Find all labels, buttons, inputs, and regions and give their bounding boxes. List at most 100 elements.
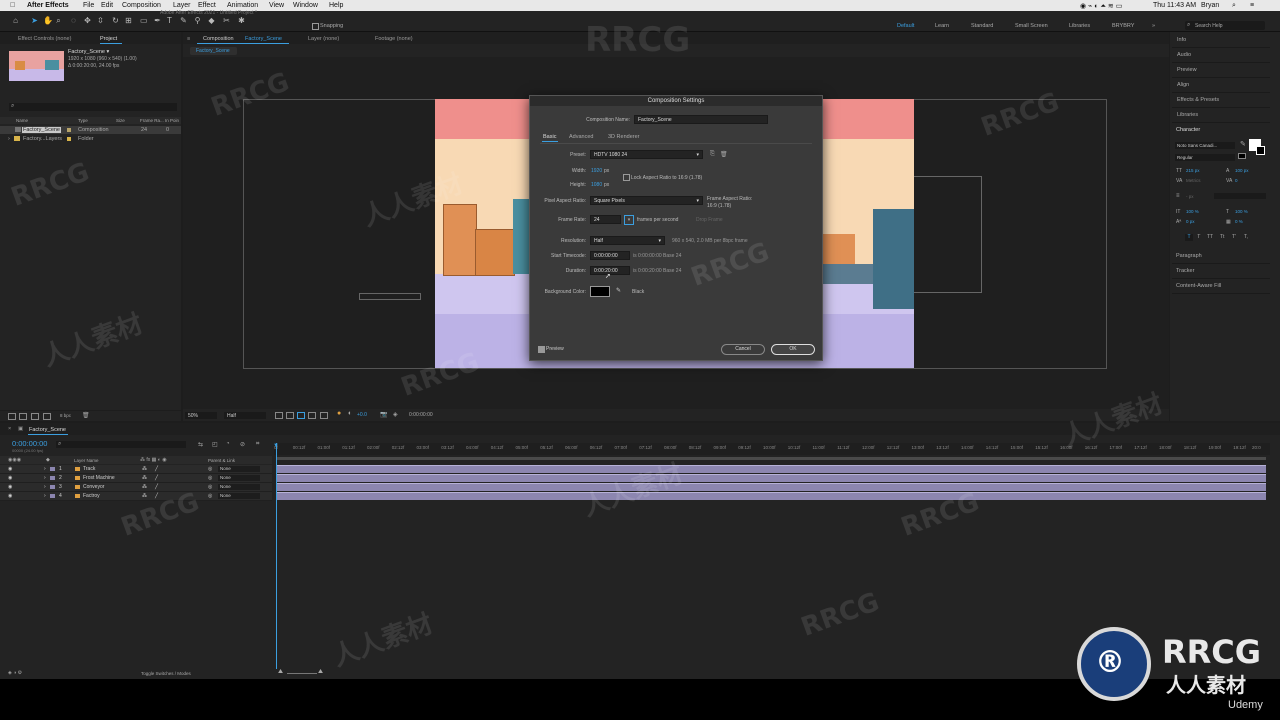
col-in-point[interactable]: In Poin [165,118,179,123]
transparency-grid-icon[interactable] [286,412,294,419]
color-management-icon[interactable]: ● [337,410,341,417]
menu-animation[interactable]: Animation [227,2,258,9]
magnification-select[interactable]: 50% [185,412,217,419]
layer-row[interactable]: ◉ › 2 Frost Machine ⁂ ╱ ◎ None [0,474,272,483]
width-value[interactable]: 1920 [591,168,602,174]
tab-project[interactable]: Project [100,36,117,42]
quality-switch-icon[interactable]: ╱ [155,493,158,499]
par-select[interactable]: Square Pixels ▾ [590,196,703,205]
stroke-type-select[interactable] [1214,193,1266,199]
anchor-tool-icon[interactable]: ⊞ [125,17,132,25]
horizontal-scale-value[interactable]: 100 % [1235,209,1248,214]
label-color-chip[interactable] [50,467,55,471]
workspace-standard[interactable]: Standard [971,23,993,29]
label-color-chip[interactable] [50,485,55,489]
height-value[interactable]: 1080 [591,182,602,188]
type-tool-icon[interactable]: T [166,17,173,25]
layer-name-header[interactable]: Layer Name [74,458,99,463]
tab-basic[interactable]: Basic [543,134,556,140]
menu-composition[interactable]: Composition [122,2,161,9]
menu-window[interactable]: Window [293,2,318,9]
pen-tool-icon[interactable]: ✒ [154,17,161,25]
parent-select[interactable]: None [218,466,260,472]
tab-layer[interactable]: Layer (none) [308,36,339,42]
menu-file[interactable]: File [83,2,94,9]
panel-tracker[interactable]: Tracker [1172,264,1270,279]
collapse-switch-icon[interactable]: ⁂ [142,493,147,499]
show-channel-icon[interactable]: ◈ [393,411,398,418]
puppet-tool-icon[interactable]: ✱ [238,17,245,25]
layer-bar-conveyor[interactable] [276,483,1266,491]
interpret-footage-icon[interactable] [8,413,16,420]
workspace-brybry[interactable]: BRYBRY [1112,23,1134,29]
zoom-tool-icon[interactable]: ⌕ [55,17,62,25]
font-size-value[interactable]: 215 px [1186,168,1200,173]
bpc-label[interactable]: 8 bpc [60,413,71,418]
pickwhip-icon[interactable]: ◎ [208,466,212,472]
graph-editor-icon[interactable]: ⌗ [256,441,259,448]
workspace-small-screen[interactable]: Small Screen [1015,23,1048,29]
timeline-search-input[interactable]: ⌕ [56,441,186,448]
visibility-eye-icon[interactable]: ◉ [8,475,12,481]
project-item-comp[interactable]: Factory_Scene Composition 24 0 [0,126,181,134]
rotate-tool-icon[interactable]: ↻ [112,17,119,25]
ok-button[interactable]: OK [771,344,815,355]
small-caps-button[interactable]: Tt [1220,234,1224,240]
switches-icon[interactable]: ⁂ fx ▦ ◐ ◉ [140,457,167,463]
zoom-slider[interactable] [287,673,317,674]
menu-view[interactable]: View [269,2,284,9]
hand-tool-icon[interactable]: ✋ [43,17,53,25]
zoom-in-icon[interactable]: ⛰ [318,669,323,676]
av-switches-icon[interactable]: ◉◉◉ [8,457,21,463]
parent-select[interactable]: None [218,493,260,499]
visibility-eye-icon[interactable]: ◉ [8,466,12,472]
col-type[interactable]: Type [78,118,88,123]
tab-menu-icon[interactable]: ≡ [187,36,190,42]
layer-row[interactable]: ◉ › 1 Track ⁂ ╱ ◎ None [0,465,272,474]
current-timecode[interactable]: 0:00:00:00 [12,439,47,448]
app-menu[interactable]: After Effects [27,2,69,9]
shy-icon[interactable]: ◔ [226,441,230,447]
draft-3d-icon[interactable]: ◰ [212,441,218,448]
pickwhip-icon[interactable]: ◎ [208,493,212,499]
character-title[interactable]: Character [1176,127,1200,133]
font-family-select[interactable]: Noto Sans Canadi... [1175,142,1235,149]
label-color-chip[interactable] [67,128,71,132]
tsume-value[interactable]: 0 % [1235,219,1243,224]
quality-switch-icon[interactable]: ╱ [155,466,158,472]
tab-3d-renderer[interactable]: 3D Renderer [608,134,640,140]
vertical-scale-value[interactable]: 100 % [1186,209,1199,214]
tab-advanced[interactable]: Advanced [569,134,593,140]
search-icon[interactable]: ⌕ [1232,2,1236,10]
faux-italic-button[interactable]: T [1197,234,1200,240]
motion-blur-icon[interactable]: ⊘ [240,441,245,448]
new-comp-icon[interactable] [31,413,39,420]
snapping-checkbox[interactable] [312,23,319,30]
visibility-eye-icon[interactable]: ◉ [8,484,12,490]
project-item-name[interactable]: Factory...Layers [23,136,62,142]
frame-rate-input[interactable]: 24 [590,215,621,224]
expand-arrow-icon[interactable]: › [44,484,46,490]
stamp-tool-icon[interactable]: ⚲ [194,17,201,25]
visibility-eye-icon[interactable]: ◉ [8,493,12,499]
mask-visibility-icon[interactable] [297,412,305,419]
snapshot-icon[interactable]: 📷 [380,411,387,418]
workspace-default[interactable]: Default [897,23,914,29]
font-style-select[interactable]: Regular [1175,154,1235,161]
tab-composition-name[interactable]: Factory_Scene [245,36,282,42]
eyedropper-icon[interactable]: ✎ [1240,140,1246,148]
viewer-time[interactable]: 0:00:00:00 [409,412,433,418]
panel-effects-presets[interactable]: Effects & Presets [1172,93,1270,108]
roto-tool-icon[interactable]: ✂ [223,17,230,25]
pan-tool-icon[interactable]: ✥ [84,17,91,25]
resolution-select[interactable]: Half ▾ [590,236,665,245]
collapse-switch-icon[interactable]: ⁂ [142,484,147,490]
kerning-value[interactable]: Metrics [1186,178,1201,183]
work-area-bar[interactable] [276,457,1266,460]
menu-edit[interactable]: Edit [101,2,113,9]
stroke-color-swatch[interactable] [1256,146,1265,155]
trash-icon[interactable]: 🗑 [82,412,90,419]
selection-tool-icon[interactable]: ➤ [31,17,38,25]
col-name[interactable]: Name [16,118,28,123]
panel-content-aware-fill[interactable]: Content-Aware Fill [1172,279,1270,294]
